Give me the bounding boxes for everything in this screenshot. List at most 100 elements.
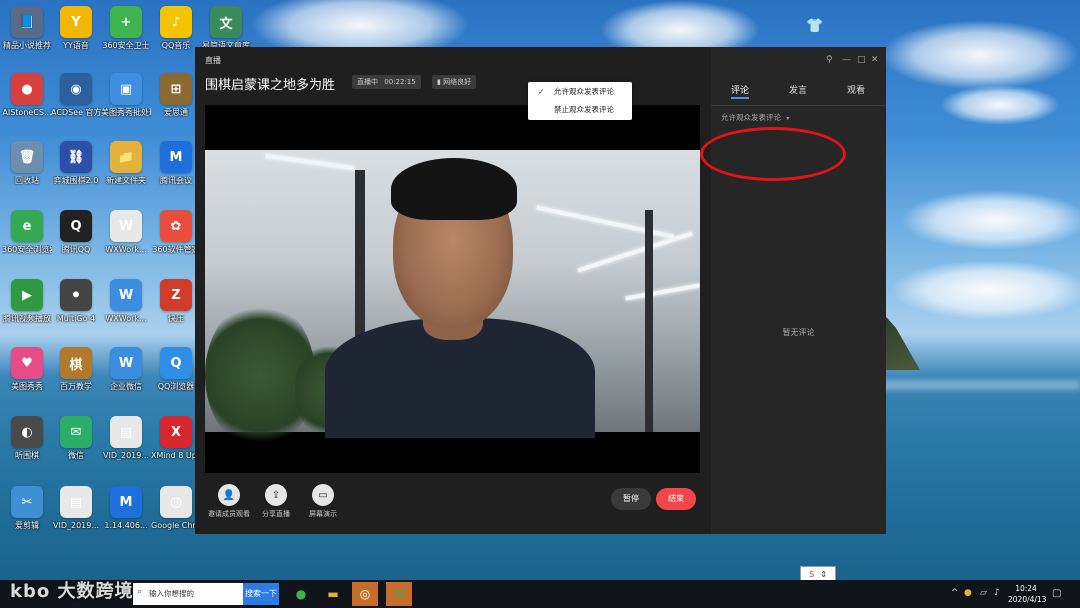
tab-speech[interactable]: 发言 — [789, 83, 807, 96]
taskbar-search[interactable]: ⌕ 输入你想搜的 搜索一下 — [133, 583, 279, 605]
window-frame — [645, 210, 653, 432]
end-button[interactable]: 结束 — [656, 488, 696, 510]
search-icon: ⌕ — [137, 587, 143, 597]
desktop-icon[interactable]: ◉ ACDSee 官方免费版 — [51, 73, 101, 135]
dropdown-option-allow[interactable]: ✓ 允许观众发表评论 — [528, 83, 632, 101]
cloud — [940, 85, 1060, 125]
tray-network-icon[interactable]: ▱ — [980, 588, 987, 598]
desktop-icon[interactable]: W 企业微信 — [101, 347, 151, 409]
desktop-icon-label: Google Chrome — [151, 521, 201, 530]
taskbar-wechat-icon[interactable]: ✉ — [386, 582, 412, 606]
desktop-icon[interactable]: ♪ QQ音乐 — [151, 6, 201, 68]
desktop-icon[interactable]: ▤ VID_2019... — [101, 416, 151, 478]
app-icon: ▤ — [60, 486, 92, 518]
desktop-icon[interactable]: e 360安全浏览器 — [2, 210, 52, 272]
desktop-icon[interactable]: 棋百万教学 — [51, 347, 101, 409]
desktop-icon[interactable]: ▶ 腾讯视频播放 — [2, 279, 52, 341]
ime-arrows-icon: ⇕ — [820, 569, 827, 579]
camera-scene — [205, 150, 700, 450]
desktop-icon[interactable]: W WXWork... — [101, 210, 151, 272]
desktop-icon[interactable]: Q QQ浏览器 — [151, 347, 201, 409]
pause-button[interactable]: 暂停 — [611, 488, 651, 510]
desktop-icon-label: 360安全卫士 — [102, 41, 150, 50]
pin-icon[interactable]: ⚲ — [826, 55, 833, 65]
desktop-icon[interactable]: Y YY语音 — [51, 6, 101, 68]
tab-comments[interactable]: 评论 — [731, 83, 749, 96]
tab-viewers[interactable]: 观看 — [847, 83, 865, 96]
taskbar-360-icon[interactable]: ● — [288, 582, 314, 606]
desktop-icon[interactable]: ♥ 美图秀秀 — [2, 347, 52, 409]
desktop-icon-label: VID_2019... — [53, 521, 99, 530]
video-preview — [205, 105, 700, 473]
app-icon: 文 — [210, 6, 242, 38]
comment-permission-dropdown: ✓ 允许观众发表评论 禁止观众发表评论 — [528, 82, 632, 120]
desktop-icon[interactable]: ✂ 爱剪辑 — [2, 486, 52, 548]
desktop-icon[interactable]: ● AIStoneCS... — [2, 73, 52, 135]
app-icon: 棋 — [60, 347, 92, 379]
tshirt-icon[interactable]: 👕 — [806, 18, 824, 36]
desktop-icon[interactable]: ◐ 听围棋 — [2, 416, 52, 478]
highlight-annotation — [700, 127, 846, 181]
taskbar-clock[interactable]: 10:24 2020/4/13 — [1008, 583, 1046, 605]
dropdown-option-forbid[interactable]: 禁止观众发表评论 — [528, 101, 632, 119]
share-label: 分享直播 — [262, 510, 290, 518]
close-icon[interactable]: ✕ — [871, 55, 879, 65]
ceiling-light — [265, 153, 355, 171]
live-duration: 00:22:15 — [384, 78, 416, 86]
desktop-icon[interactable]: ▣ 美图秀秀批处理 — [101, 73, 151, 135]
desktop-icon-label: XMind 8 Update 7 — [151, 451, 201, 460]
window-title: 直播 — [205, 56, 221, 65]
notification-icon[interactable]: ▢ — [1052, 588, 1061, 599]
invite-icon: 👤 — [218, 484, 240, 506]
desktop-icon-label: 企业微信 — [110, 382, 142, 391]
comment-permission-selector[interactable]: 允许观众发表评论 ▾ — [721, 112, 789, 123]
desktop-icon-label: 精品小说推荐 — [3, 41, 51, 50]
maximize-icon[interactable]: □ — [857, 55, 866, 65]
desktop-icon[interactable]: ◎ Google Chrome — [151, 486, 201, 548]
search-button[interactable]: 搜索一下 — [243, 583, 279, 605]
desktop-icon[interactable]: M 腾讯会议 — [151, 141, 201, 203]
screen-share-button[interactable]: ▭ 屏幕演示 — [301, 484, 345, 519]
course-title: 围棋启蒙课之地多为胜 — [205, 78, 336, 93]
caret-down-icon: ▾ — [786, 115, 790, 122]
tray-volume-icon[interactable]: ♪ — [994, 588, 1000, 598]
desktop-icon[interactable]: ✿ 360软件管家 — [151, 210, 201, 272]
minimize-icon[interactable]: — — [842, 55, 851, 65]
desktop-icon-label: 听围棋 — [15, 451, 39, 460]
desktop-icon[interactable]: ⚫ MultiGo 4 — [51, 279, 101, 341]
desktop-icon[interactable]: Z 快压 — [151, 279, 201, 341]
taskbar-live-app-icon[interactable]: ◎ — [352, 582, 378, 606]
desktop-icon[interactable]: ⛓ 弈城围棋2.0 — [51, 141, 101, 203]
tray-chevron-icon[interactable]: ^ — [951, 588, 959, 598]
app-icon: ⛓ — [60, 141, 92, 173]
app-icon: 📘 — [11, 6, 43, 38]
cloud — [880, 20, 1080, 90]
desktop-icon-label: 360安全浏览器 — [2, 245, 52, 254]
active-tab-indicator — [731, 97, 749, 99]
desktop-icon[interactable]: Q 腾讯QQ — [51, 210, 101, 272]
desktop-icon-label: 腾讯QQ — [61, 245, 91, 254]
desktop-icon[interactable]: 🗑 回收站 — [2, 141, 52, 203]
sea-shine — [880, 380, 1080, 390]
checkmark-icon: ✓ — [538, 87, 545, 96]
desktop-icon[interactable]: M 1.14.406... — [101, 486, 151, 548]
desktop-icon[interactable]: 📁 新建文件夹 — [101, 141, 151, 203]
desktop-icon[interactable]: ⊞ 爱思通 — [151, 73, 201, 135]
taskbar-explorer-icon[interactable]: ▬ — [320, 582, 346, 606]
desktop-icon[interactable]: W WXWork... — [101, 279, 151, 341]
desktop-icon[interactable]: ▤ VID_2019... — [51, 486, 101, 548]
tray-app-icon[interactable]: ● — [964, 588, 972, 598]
desktop-icon-label: 新建文件夹 — [106, 176, 146, 185]
invite-members-button[interactable]: 👤 邀请成员观看 — [207, 484, 251, 519]
desktop-icon-label: QQ浏览器 — [157, 382, 195, 391]
desktop-icon[interactable]: +360安全卫士 — [101, 6, 151, 68]
screen-share-label: 屏幕演示 — [309, 510, 337, 518]
app-icon: 📁 — [110, 141, 142, 173]
desktop-icon[interactable]: ✉ 微信 — [51, 416, 101, 478]
app-icon: Z — [160, 279, 192, 311]
desktop-icon-label: 腾讯会议 — [160, 176, 192, 185]
desktop-icon[interactable]: 📘 精品小说推荐 — [2, 6, 52, 68]
share-live-button[interactable]: ⇪ 分享直播 — [254, 484, 298, 519]
clock-time: 10:24 — [1015, 584, 1037, 593]
desktop-icon[interactable]: X XMind 8 Update 7 — [151, 416, 201, 478]
